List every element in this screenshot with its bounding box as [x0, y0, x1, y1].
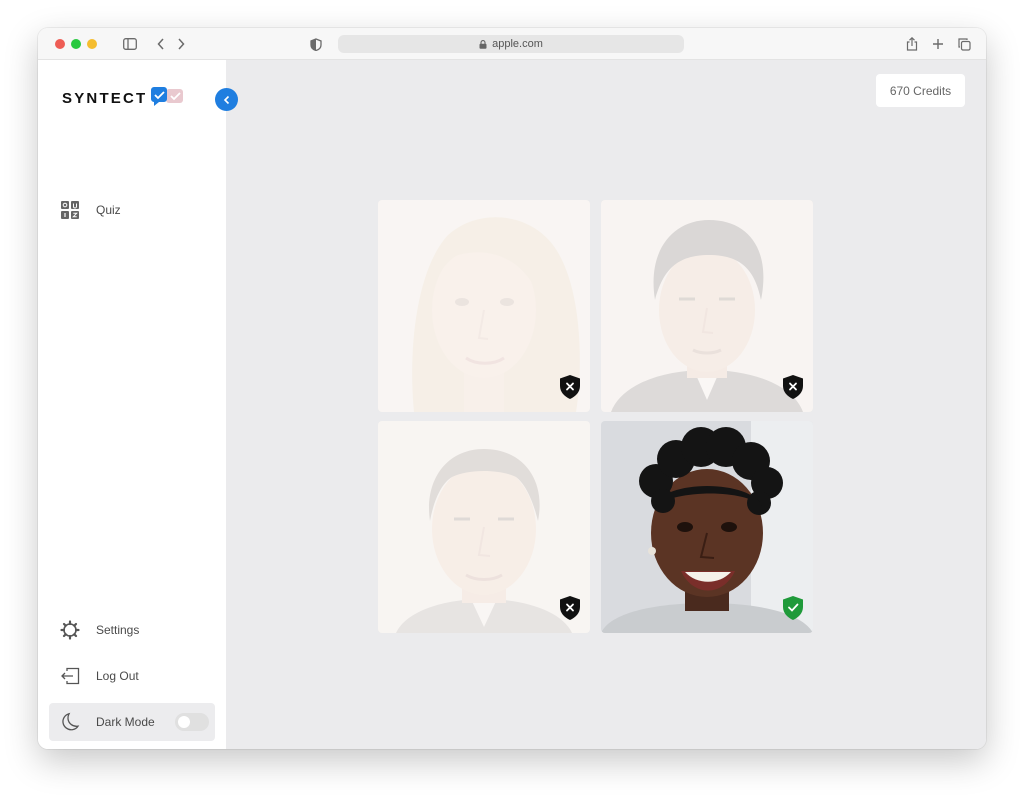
dark-mode-toggle[interactable] [175, 713, 209, 731]
logo-checkmarks-icon [151, 86, 184, 106]
moon-icon [59, 711, 81, 733]
privacy-shield-icon[interactable] [308, 36, 324, 52]
collapse-sidebar-button[interactable] [215, 88, 238, 111]
toggle-knob [178, 716, 190, 728]
forward-icon[interactable] [173, 36, 189, 52]
sidebar-item-label: Quiz [96, 203, 121, 217]
new-tab-icon[interactable] [930, 36, 946, 52]
share-icon[interactable] [904, 36, 920, 52]
credits-badge[interactable]: 670 Credits [876, 74, 965, 107]
tab-overview-icon[interactable] [956, 36, 972, 52]
main-content: 670 Credits [226, 60, 986, 749]
quiz-grid-icon [59, 199, 81, 221]
gear-icon [59, 619, 81, 641]
logout-icon [59, 665, 81, 687]
incorrect-shield-icon [783, 375, 803, 399]
maximize-window-button[interactable] [71, 39, 81, 49]
quiz-tile-1[interactable] [378, 200, 590, 412]
back-icon[interactable] [153, 36, 169, 52]
browser-toolbar: apple.com [38, 28, 986, 60]
chevron-left-icon [223, 95, 229, 104]
sidebar-item-dark-mode: Dark Mode [49, 703, 215, 741]
sidebar-item-logout[interactable]: Log Out [49, 657, 215, 695]
incorrect-shield-icon [560, 375, 580, 399]
quiz-tile-2[interactable] [601, 200, 813, 412]
logo-text: SYNTECT [62, 90, 148, 107]
quiz-tile-4[interactable] [601, 421, 813, 633]
sidebar-item-label: Settings [96, 623, 140, 637]
correct-shield-icon [783, 596, 803, 620]
sidebar-item-settings[interactable]: Settings [49, 611, 215, 649]
sidebar: SYNTECT Quiz Settings Log Out Dark Mode [38, 60, 226, 749]
incorrect-shield-icon [560, 596, 580, 620]
minimize-window-button[interactable] [87, 39, 97, 49]
logo: SYNTECT [62, 86, 185, 107]
quiz-tile-3[interactable] [378, 421, 590, 633]
lock-icon [479, 39, 487, 49]
sidebar-toggle-icon[interactable] [122, 36, 138, 52]
browser-window: apple.com SYNTECT Quiz Settings Log Out … [38, 28, 986, 749]
url-text: apple.com [492, 38, 543, 50]
sidebar-item-label: Log Out [96, 669, 139, 683]
sidebar-item-quiz[interactable]: Quiz [49, 191, 215, 229]
sidebar-item-label: Dark Mode [96, 715, 155, 729]
close-window-button[interactable] [55, 39, 65, 49]
address-bar[interactable]: apple.com [338, 35, 684, 53]
